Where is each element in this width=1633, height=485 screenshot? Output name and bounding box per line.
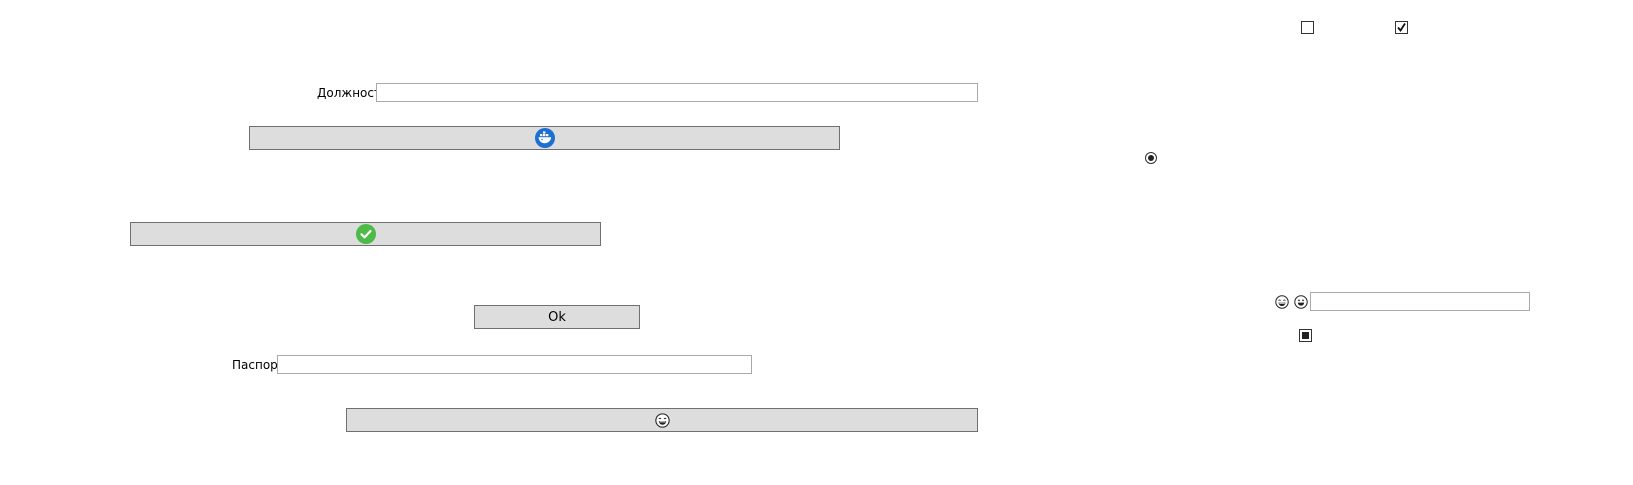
smiling-face-icon [1294,295,1308,309]
grinning-face-icon [1275,295,1289,309]
checkbox-checked[interactable] [1395,21,1408,34]
confirm-icon-button[interactable] [130,222,601,246]
check-circle-icon [355,224,376,244]
indeterminate-mark [1302,332,1309,339]
checkbox-indeterminate[interactable] [1299,329,1312,342]
position-input[interactable] [376,83,978,102]
radio-button[interactable] [1145,152,1157,164]
docker-button[interactable] [249,126,840,150]
passport-input[interactable] [277,355,752,374]
checkbox-unchecked[interactable] [1301,21,1314,34]
right-text-input[interactable] [1310,292,1530,311]
checkmark-icon [1397,23,1406,33]
ok-button[interactable]: Ok [474,305,640,329]
docker-whale-icon [534,128,555,148]
emoji-button[interactable] [346,408,978,432]
radio-selected-dot [1148,155,1154,161]
grinning-face-icon [654,412,670,428]
